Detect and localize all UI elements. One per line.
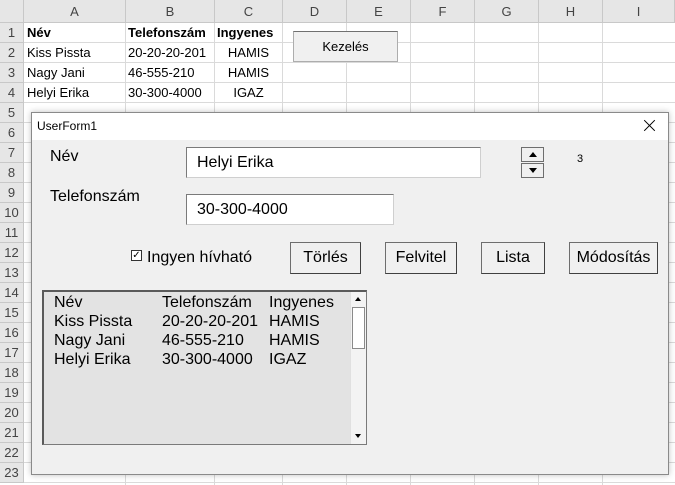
name-input[interactable] [186, 147, 481, 178]
spin-value-label: 3 [577, 153, 584, 165]
row-header-16[interactable]: 16 [0, 323, 24, 343]
list-item-name: Helyi Erika [54, 351, 131, 368]
cell-a3[interactable]: Nagy Jani [24, 63, 126, 83]
column-header-e[interactable]: E [347, 0, 411, 23]
row-header-7[interactable]: 7 [0, 143, 24, 163]
list-item-phone: 30-300-4000 [162, 351, 253, 368]
row-header-11[interactable]: 11 [0, 223, 24, 243]
list-item-name: Nagy Jani [54, 332, 126, 349]
cell-c1[interactable]: Ingyenes [214, 23, 283, 43]
list-item-phone: 46-555-210 [162, 332, 244, 349]
dialog-title: UserForm1 [37, 119, 98, 133]
list-header-name: Név [54, 294, 83, 311]
row-header-20[interactable]: 20 [0, 403, 24, 423]
free-call-label[interactable]: Ingyen hívható [147, 249, 252, 267]
column-header-a[interactable]: A [24, 0, 126, 23]
select-all-corner[interactable] [0, 0, 24, 23]
cell-a2[interactable]: Kiss Pissta [24, 43, 126, 63]
arrow-up-icon[interactable] [521, 147, 544, 162]
row-header-8[interactable]: 8 [0, 163, 24, 183]
phone-label: Telefonszám [50, 188, 140, 205]
column-header-i[interactable]: I [603, 0, 675, 23]
row-header-22[interactable]: 22 [0, 443, 24, 463]
cell-b1[interactable]: Telefonszám [125, 23, 215, 43]
row-header-19[interactable]: 19 [0, 383, 24, 403]
name-label: Név [50, 148, 79, 165]
column-header-d[interactable]: D [283, 0, 347, 23]
scroll-thumb[interactable] [352, 307, 365, 349]
add-button[interactable]: Felvitel [385, 242, 457, 274]
row-header-3[interactable]: 3 [0, 63, 24, 83]
list-scrollbar[interactable] [350, 292, 366, 444]
list-button[interactable]: Lista [481, 242, 545, 274]
list-item-name: Kiss Pissta [54, 313, 133, 330]
close-icon[interactable] [640, 116, 660, 136]
cell-c3[interactable]: HAMIS [214, 63, 283, 83]
column-header-g[interactable]: G [475, 0, 539, 23]
list-item-phone: 20-20-20-201 [162, 313, 259, 330]
column-header-c[interactable]: C [215, 0, 283, 23]
userform-dialog: UserForm1 Név 3 Telefonszám ✓ Ingyen hív… [31, 112, 669, 475]
gridline [24, 482, 675, 483]
free-call-checkbox[interactable]: ✓ [131, 250, 142, 261]
spin-button[interactable] [521, 147, 544, 178]
kezeles-button[interactable]: Kezelés [293, 31, 398, 62]
row-header-6[interactable]: 6 [0, 123, 24, 143]
row-header-14[interactable]: 14 [0, 283, 24, 303]
cell-b4[interactable]: 30-300-4000 [125, 83, 215, 103]
column-header-h[interactable]: H [539, 0, 603, 23]
row-header-15[interactable]: 15 [0, 303, 24, 323]
arrow-down-icon[interactable] [521, 163, 544, 178]
column-header-f[interactable]: F [411, 0, 475, 23]
list-item-free: IGAZ [269, 351, 307, 368]
list-item-free: HAMIS [269, 313, 320, 330]
row-header-1[interactable]: 1 [0, 23, 24, 43]
cell-a1[interactable]: Név [24, 23, 126, 43]
delete-button[interactable]: Törlés [290, 242, 361, 274]
row-header-17[interactable]: 17 [0, 343, 24, 363]
column-header-b[interactable]: B [126, 0, 215, 23]
cell-b3[interactable]: 46-555-210 [125, 63, 215, 83]
list-header-phone: Telefonszám [162, 294, 252, 311]
cell-c2[interactable]: HAMIS [214, 43, 283, 63]
row-header-4[interactable]: 4 [0, 83, 24, 103]
row-header-18[interactable]: 18 [0, 363, 24, 383]
list-header-free: Ingyenes [269, 294, 334, 311]
row-header-5[interactable]: 5 [0, 103, 24, 123]
scroll-down-icon[interactable] [351, 429, 366, 444]
list-item-free: HAMIS [269, 332, 320, 349]
row-header-13[interactable]: 13 [0, 263, 24, 283]
row-header-10[interactable]: 10 [0, 203, 24, 223]
phone-input[interactable] [186, 194, 394, 225]
modify-button[interactable]: Módosítás [569, 242, 658, 274]
scroll-up-icon[interactable] [351, 292, 366, 307]
row-header-23[interactable]: 23 [0, 463, 24, 483]
cell-a4[interactable]: Helyi Erika [24, 83, 126, 103]
row-header-21[interactable]: 21 [0, 423, 24, 443]
row-header-9[interactable]: 9 [0, 183, 24, 203]
cell-c4[interactable]: IGAZ [214, 83, 283, 103]
cell-b2[interactable]: 20-20-20-201 [125, 43, 215, 63]
title-bar[interactable]: UserForm1 [32, 113, 668, 140]
row-header-2[interactable]: 2 [0, 43, 24, 63]
row-header-12[interactable]: 12 [0, 243, 24, 263]
records-listbox[interactable]: Név Telefonszám Ingyenes Kiss Pissta 20-… [42, 290, 367, 445]
